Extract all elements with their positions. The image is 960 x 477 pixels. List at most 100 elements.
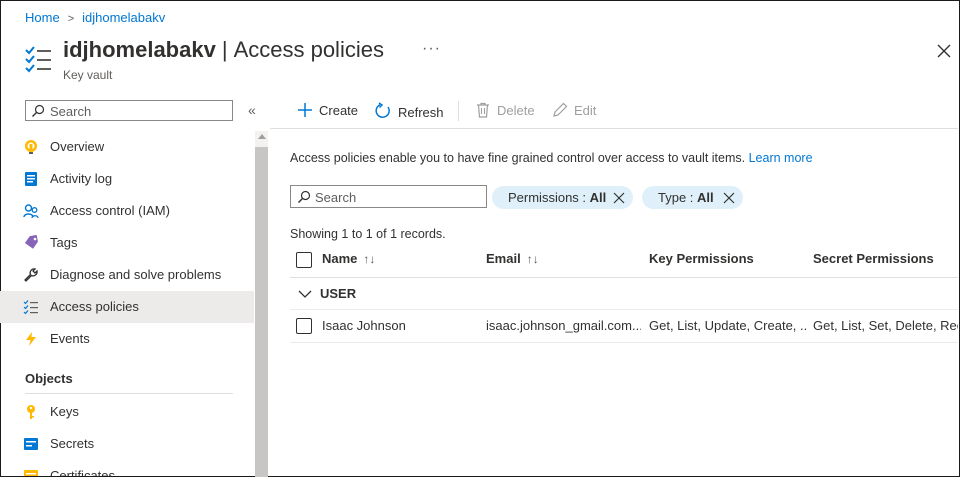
- learn-more-link[interactable]: Learn more: [749, 151, 813, 165]
- row-checkbox[interactable]: [296, 318, 312, 334]
- row-divider: [290, 342, 958, 343]
- sidebar-item-tags[interactable]: Tags: [0, 227, 254, 259]
- refresh-icon: [375, 102, 390, 118]
- lightbulb-icon: [25, 140, 37, 154]
- permissions-filter-value: All: [589, 190, 607, 205]
- tag-icon: [24, 235, 38, 249]
- secrets-icon: [24, 438, 38, 450]
- chevron-down-icon[interactable]: [298, 289, 312, 299]
- refresh-button[interactable]: Refresh: [374, 102, 444, 120]
- select-all-checkbox[interactable]: [296, 252, 312, 268]
- sidebar-item-activity-log[interactable]: Activity log: [0, 163, 254, 195]
- delete-button[interactable]: Delete: [475, 102, 535, 118]
- type-filter-pill[interactable]: Type : All: [642, 186, 743, 209]
- type-filter-value: All: [697, 190, 714, 205]
- sidebar-section-divider: [25, 393, 233, 394]
- pencil-icon: [553, 102, 568, 117]
- key-icon: [27, 405, 35, 419]
- sidebar-search-placeholder: Search: [50, 104, 92, 119]
- permissions-filter-key: Permissions :: [508, 190, 587, 205]
- create-button[interactable]: Create: [297, 102, 358, 118]
- cell-key-permissions: Get, List, Update, Create, ...: [649, 318, 807, 333]
- search-icon: [298, 190, 311, 203]
- certificate-icon: [24, 470, 38, 476]
- breadcrumb-separator: >: [67, 13, 75, 25]
- breadcrumb-current[interactable]: idjhomelabakv: [82, 10, 165, 25]
- sort-icon[interactable]: ↑↓: [527, 252, 539, 266]
- resource-name: idjhomelabakv: [63, 37, 216, 62]
- column-header-secret-permissions: Secret Permissions: [813, 251, 934, 266]
- page-title: idjhomelabakv | Access policies: [63, 37, 384, 63]
- activity-log-icon: [25, 172, 37, 186]
- scrollbar-thumb[interactable]: [255, 147, 268, 477]
- lightning-icon: [26, 332, 36, 346]
- description-text: Access policies enable you to have fine …: [290, 151, 746, 165]
- more-options-button[interactable]: ···: [422, 40, 441, 58]
- cell-email: isaac.johnson_gmail.com...: [486, 318, 641, 333]
- remove-filter-icon[interactable]: [723, 192, 735, 204]
- toolbar-divider: [270, 128, 958, 129]
- list-icon: [23, 300, 38, 315]
- remove-filter-icon[interactable]: [613, 192, 625, 204]
- resource-type: Key vault: [63, 68, 113, 82]
- sidebar-item-certificates[interactable]: Certificates: [0, 460, 254, 476]
- records-count: Showing 1 to 1 of 1 records.: [290, 227, 446, 241]
- sidebar-item-access-policies[interactable]: Access policies: [0, 291, 254, 323]
- permissions-filter-pill[interactable]: Permissions : All: [492, 186, 633, 209]
- breadcrumb-home[interactable]: Home: [25, 10, 60, 25]
- column-header-name[interactable]: Name ↑↓: [322, 251, 375, 266]
- delete-label: Delete: [497, 103, 535, 118]
- toolbar-separator: [458, 101, 459, 121]
- sidebar-scrollbar[interactable]: [255, 131, 268, 477]
- group-header-user[interactable]: USER: [298, 286, 356, 301]
- sidebar-item-label: Access policies: [50, 299, 139, 314]
- column-header-key-permissions: Key Permissions: [649, 251, 754, 266]
- refresh-label: Refresh: [398, 105, 444, 120]
- search-icon: [32, 104, 45, 117]
- cell-secret-permissions: Get, List, Set, Delete, Rec...: [813, 318, 958, 333]
- sidebar-item-label: Events: [50, 331, 90, 346]
- group-divider: [290, 309, 958, 310]
- sidebar-item-access-control[interactable]: Access control (IAM): [0, 195, 254, 227]
- breadcrumb: Home > idjhomelabakv: [25, 10, 165, 25]
- sidebar-item-label: Keys: [50, 404, 79, 419]
- sidebar-item-label: Secrets: [50, 436, 95, 451]
- type-filter-text: Type : All: [658, 190, 714, 205]
- sidebar-search-input[interactable]: Search: [25, 100, 233, 121]
- cell-name[interactable]: Isaac Johnson: [322, 318, 472, 333]
- sidebar-item-events[interactable]: Events: [0, 323, 254, 355]
- page-description: Access policies enable you to have fine …: [290, 151, 813, 165]
- sidebar-item-diagnose[interactable]: Diagnose and solve problems: [0, 259, 254, 291]
- type-filter-key: Type :: [658, 190, 694, 205]
- search-placeholder: Search: [315, 190, 357, 205]
- sidebar-item-label: Diagnose and solve problems: [50, 267, 222, 282]
- access-policies-list-icon: [25, 46, 51, 73]
- sort-icon[interactable]: ↑↓: [363, 252, 375, 266]
- sidebar-item-label: Access control (IAM): [50, 203, 170, 218]
- sidebar-section-objects: Objects: [25, 371, 73, 386]
- sidebar-item-keys[interactable]: Keys: [0, 396, 254, 428]
- column-label: Email: [486, 251, 521, 266]
- edit-label: Edit: [574, 103, 597, 118]
- title-separator: |: [221, 37, 228, 62]
- close-icon[interactable]: [936, 43, 952, 59]
- page-title-text: Access policies: [233, 37, 384, 62]
- trash-icon: [477, 102, 489, 118]
- sidebar-item-label: Certificates: [50, 468, 116, 476]
- sidebar-item-label: Activity log: [50, 171, 113, 186]
- permissions-filter-text: Permissions : All: [508, 190, 606, 205]
- people-icon: [23, 204, 39, 219]
- group-label: USER: [320, 286, 357, 301]
- column-header-email[interactable]: Email ↑↓: [486, 251, 539, 266]
- sidebar-item-label: Tags: [50, 235, 78, 250]
- wrench-icon: [24, 268, 38, 282]
- edit-button[interactable]: Edit: [552, 102, 596, 118]
- collapse-sidebar-button[interactable]: «: [248, 102, 256, 118]
- sidebar-item-overview[interactable]: Overview: [0, 131, 254, 163]
- sidebar-item-secrets[interactable]: Secrets: [0, 428, 254, 460]
- scroll-up-arrow[interactable]: [258, 134, 266, 139]
- policies-search-input[interactable]: Search: [290, 185, 487, 208]
- create-label: Create: [319, 103, 359, 118]
- column-label: Name: [322, 251, 358, 266]
- plus-icon: [298, 103, 312, 117]
